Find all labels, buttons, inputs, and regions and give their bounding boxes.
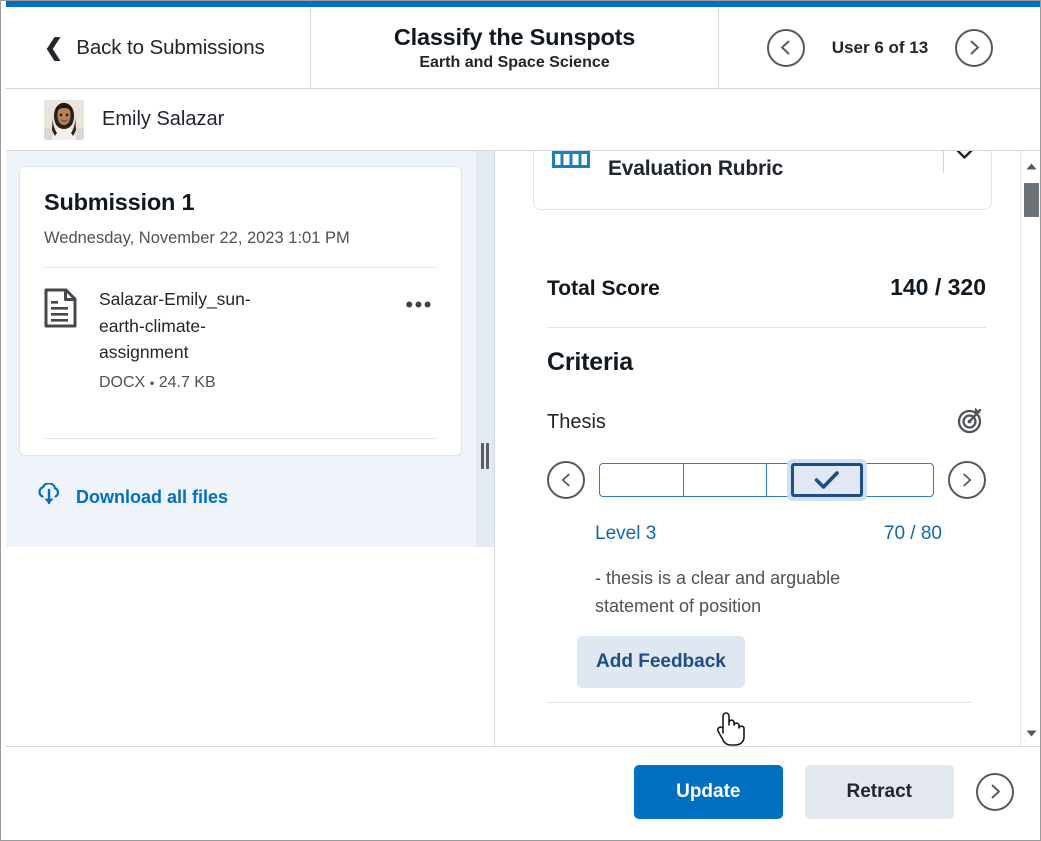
retract-button[interactable]: Retract (804, 764, 954, 819)
panel-resize-grip-icon[interactable] (481, 443, 489, 469)
circle-chevron-right-icon (963, 473, 972, 487)
divider (547, 702, 972, 704)
file-details: DOCX • 24.7 KB (99, 374, 383, 392)
level-name[interactable]: Level 3 (595, 523, 656, 545)
submissions-panel-background: Submission 1 Wednesday, November 22, 202… (6, 151, 476, 547)
scroll-down-arrow-icon[interactable] (1021, 724, 1040, 742)
page-header: ❮ Back to Submissions Classify the Sunsp… (6, 7, 1040, 89)
next-submission-button[interactable] (976, 772, 1014, 811)
update-button[interactable]: Update (634, 764, 783, 819)
file-meta: Salazar-Emily_sun-earth-climate-assignme… (99, 286, 383, 392)
rubric-header-card: Evaluation Rubric (533, 151, 992, 210)
rubric-content: Evaluation Rubric Total Score 140 / 320 … (495, 151, 1020, 746)
submission-date: Wednesday, November 22, 2023 1:01 PM (44, 229, 350, 247)
chevron-left-icon: ❮ (44, 34, 64, 60)
scrollbar-thumb[interactable] (1024, 183, 1039, 217)
rubric-name: Evaluation Rubric (608, 157, 784, 180)
user-avatar-photo (44, 99, 84, 140)
file-size: 24.7 KB (158, 373, 216, 391)
user-bar: Emily Salazar (6, 89, 1040, 151)
rubric-panel: Evaluation Rubric Total Score 140 / 320 … (494, 151, 1040, 746)
submitted-file-row: Salazar-Emily_sun-earth-climate-assignme… (44, 268, 437, 392)
rubric-header-row: Evaluation Rubric (552, 151, 981, 209)
action-footer: Update Retract (6, 746, 1040, 836)
level-segment-3-selected[interactable] (787, 459, 867, 501)
level-segments (599, 459, 934, 501)
add-feedback-button[interactable]: Add Feedback (577, 636, 745, 689)
divider (943, 151, 944, 173)
level-info-row: Level 3 70 / 80 (547, 523, 986, 545)
next-level-button[interactable] (948, 461, 986, 499)
level-segment-2[interactable] (684, 464, 767, 496)
previous-user-button[interactable] (766, 28, 805, 67)
next-user-button[interactable] (955, 28, 994, 67)
level-description: - thesis is a clear and arguable stateme… (595, 568, 841, 616)
divider (547, 327, 986, 328)
back-to-submissions-button[interactable]: ❮ Back to Submissions (6, 7, 311, 88)
circle-chevron-left-icon (781, 40, 790, 55)
chevron-down-icon[interactable] (956, 151, 973, 165)
submission-title: Submission 1 (44, 189, 195, 215)
download-all-files-label: Download all files (76, 487, 229, 507)
rubric-grid-icon (552, 151, 590, 175)
total-score-row: Total Score 140 / 320 (547, 274, 986, 301)
total-score-label: Total Score (547, 277, 660, 300)
level-selector (547, 459, 986, 501)
total-score-value: 140 / 320 (890, 274, 986, 300)
user-name: Emily Salazar (102, 108, 225, 130)
level-score: 70 / 80 (883, 523, 942, 544)
rubric-scrollbar[interactable] (1020, 151, 1040, 746)
avatar (44, 99, 84, 140)
user-pager-label: User 6 of 13 (831, 37, 929, 57)
assignment-title-block: Classify the Sunspots Earth and Space Sc… (311, 7, 719, 88)
submission-card: Submission 1 Wednesday, November 22, 202… (19, 166, 462, 456)
circle-chevron-right-icon (970, 40, 979, 55)
learning-outcome-target-icon[interactable] (954, 405, 984, 440)
panel-splitter-track (476, 151, 494, 547)
criterion-name: Thesis (547, 411, 606, 433)
level-segment-selected-inner (791, 463, 863, 497)
file-separator: • (149, 375, 155, 391)
download-all-files-link[interactable]: Download all files (36, 482, 229, 512)
level-segment-1[interactable] (600, 464, 684, 496)
criteria-heading: Criteria (547, 348, 633, 376)
scroll-up-arrow-icon[interactable] (1021, 157, 1040, 175)
circle-chevron-left-icon (561, 473, 570, 487)
panel-splitter[interactable] (476, 151, 494, 746)
user-pager: User 6 of 13 (719, 7, 1040, 88)
check-icon (814, 471, 839, 489)
criterion-header: Thesis (547, 405, 986, 440)
cloud-download-icon (36, 482, 62, 512)
divider (44, 438, 437, 439)
submissions-panel: Submission 1 Wednesday, November 22, 202… (6, 151, 476, 746)
previous-level-button[interactable] (547, 461, 585, 499)
course-subtitle: Earth and Space Science (419, 53, 610, 71)
more-options-icon[interactable]: ••• (405, 286, 433, 315)
document-icon (44, 288, 77, 333)
level-segment-track (599, 463, 934, 497)
file-name[interactable]: Salazar-Emily_sun-earth-climate-assignme… (99, 286, 289, 366)
submission-evaluation-window: ❮ Back to Submissions Classify the Sunsp… (0, 0, 1041, 841)
file-type: DOCX (99, 373, 146, 391)
back-to-submissions-label: Back to Submissions (76, 35, 265, 59)
circle-chevron-right-icon (991, 784, 1000, 799)
page-title: Classify the Sunspots (393, 23, 636, 50)
